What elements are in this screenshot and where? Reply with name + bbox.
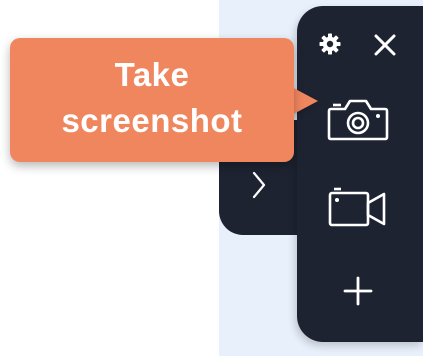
tooltip-line-1: Take xyxy=(114,56,190,93)
take-screenshot-tooltip: Take screenshot xyxy=(10,38,294,162)
chevron-right-icon[interactable] xyxy=(247,165,271,205)
close-icon[interactable] xyxy=(371,31,399,59)
tooltip-text: Take screenshot xyxy=(10,52,294,144)
plus-icon[interactable] xyxy=(341,274,375,308)
capture-toolbar xyxy=(297,6,423,342)
camera-icon[interactable] xyxy=(325,94,391,144)
gear-icon[interactable] xyxy=(317,31,343,57)
tooltip-line-2: screenshot xyxy=(61,102,243,139)
video-camera-icon[interactable] xyxy=(325,182,391,232)
